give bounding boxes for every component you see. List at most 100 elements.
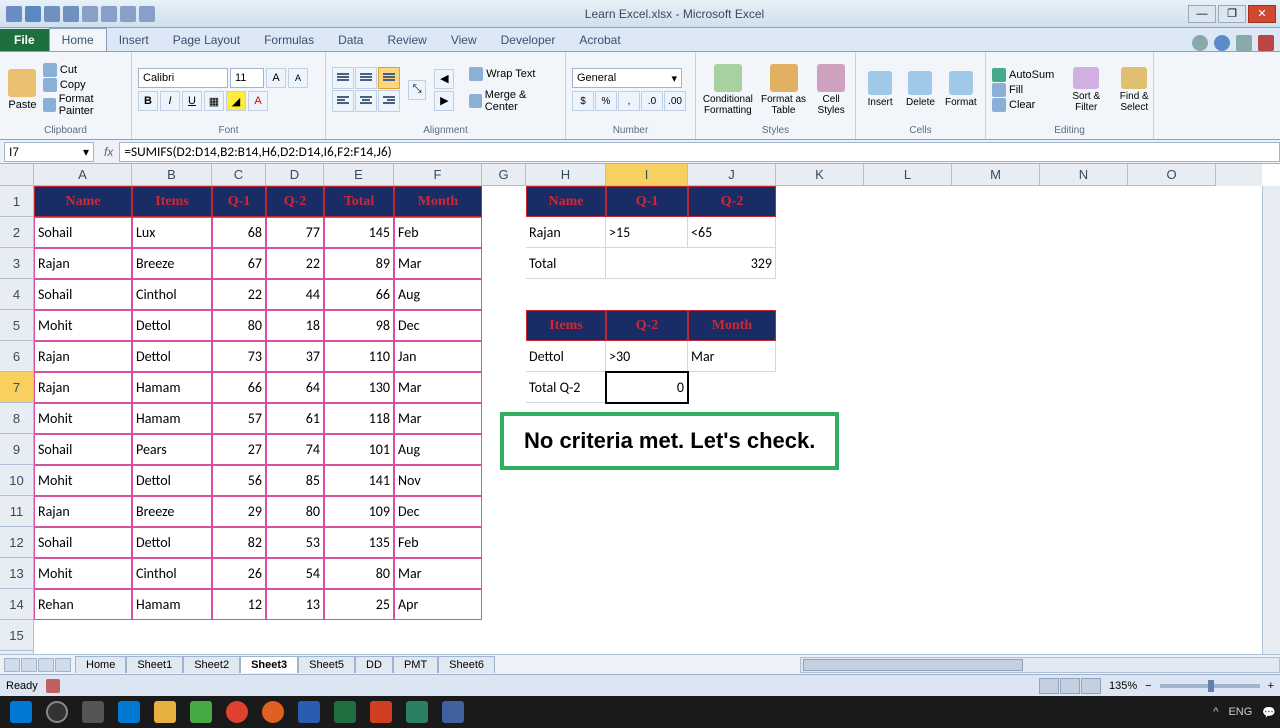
cell-A4[interactable]: Sohail bbox=[34, 279, 132, 310]
row-header-16[interactable]: 16 bbox=[0, 651, 34, 654]
cut-button[interactable]: Cut bbox=[43, 63, 125, 77]
cell-D5[interactable]: 18 bbox=[266, 310, 324, 341]
macro-record-icon[interactable] bbox=[46, 679, 60, 693]
cell-D6[interactable]: 37 bbox=[266, 341, 324, 372]
app-button-2[interactable] bbox=[436, 698, 470, 726]
horizontal-scrollbar[interactable] bbox=[800, 657, 1280, 673]
sheet-nav-prev[interactable] bbox=[21, 658, 37, 672]
cell-E4[interactable]: 66 bbox=[324, 279, 394, 310]
tab-insert[interactable]: Insert bbox=[107, 29, 161, 51]
chrome-button[interactable] bbox=[220, 698, 254, 726]
col-header-L[interactable]: L bbox=[864, 164, 952, 186]
row-header-4[interactable]: 4 bbox=[0, 279, 34, 310]
fill-color-button[interactable]: ◢ bbox=[226, 91, 246, 111]
align-top-button[interactable] bbox=[332, 67, 354, 89]
cell-C7[interactable]: 66 bbox=[212, 372, 266, 403]
tab-review[interactable]: Review bbox=[375, 29, 438, 51]
cell-E10[interactable]: 141 bbox=[324, 465, 394, 496]
fill-button[interactable]: Fill bbox=[992, 83, 1054, 97]
cell-B12[interactable]: Dettol bbox=[132, 527, 212, 558]
minimize-button[interactable]: — bbox=[1188, 5, 1216, 23]
cell-J1[interactable]: Q-2 bbox=[688, 186, 776, 217]
undo-icon[interactable] bbox=[44, 6, 60, 22]
cell-B10[interactable]: Dettol bbox=[132, 465, 212, 496]
cell-I7[interactable]: 0 bbox=[606, 372, 688, 403]
clear-button[interactable]: Clear bbox=[992, 98, 1054, 112]
decrease-decimal-button[interactable]: .00 bbox=[664, 91, 686, 111]
col-header-I[interactable]: I bbox=[606, 164, 688, 186]
cortana-button[interactable] bbox=[40, 698, 74, 726]
cell-B4[interactable]: Cinthol bbox=[132, 279, 212, 310]
cell-D12[interactable]: 53 bbox=[266, 527, 324, 558]
border-button[interactable]: ▦ bbox=[204, 91, 224, 111]
cell-H3[interactable]: Total bbox=[526, 248, 606, 279]
cell-E13[interactable]: 80 bbox=[324, 558, 394, 589]
zoom-out-button[interactable]: − bbox=[1145, 680, 1151, 692]
cell-D2[interactable]: 77 bbox=[266, 217, 324, 248]
cell-B6[interactable]: Dettol bbox=[132, 341, 212, 372]
qat-icon-2[interactable] bbox=[101, 6, 117, 22]
sheet-tab-dd[interactable]: DD bbox=[355, 656, 393, 673]
cell-B13[interactable]: Cinthol bbox=[132, 558, 212, 589]
copy-button[interactable]: Copy bbox=[43, 78, 125, 92]
cell-J2[interactable]: <65 bbox=[688, 217, 776, 248]
col-header-O[interactable]: O bbox=[1128, 164, 1216, 186]
cell-C13[interactable]: 26 bbox=[212, 558, 266, 589]
cell-A8[interactable]: Mohit bbox=[34, 403, 132, 434]
insert-cells-button[interactable]: Insert bbox=[862, 71, 898, 108]
find-select-button[interactable]: Find & Select bbox=[1112, 67, 1156, 113]
cell-D13[interactable]: 54 bbox=[266, 558, 324, 589]
col-header-K[interactable]: K bbox=[776, 164, 864, 186]
paste-button[interactable]: Paste bbox=[6, 69, 39, 111]
cell-A13[interactable]: Mohit bbox=[34, 558, 132, 589]
zoom-slider[interactable] bbox=[1160, 684, 1260, 688]
increase-decimal-button[interactable]: .0 bbox=[641, 91, 663, 111]
cell-H7[interactable]: Total Q-2 bbox=[526, 372, 606, 403]
cell-styles-button[interactable]: Cell Styles bbox=[813, 64, 849, 116]
cell-I1[interactable]: Q-1 bbox=[606, 186, 688, 217]
percent-button[interactable]: % bbox=[595, 91, 617, 111]
cell-A2[interactable]: Sohail bbox=[34, 217, 132, 248]
excel-taskbar-button[interactable] bbox=[328, 698, 362, 726]
format-as-table-button[interactable]: Format as Table bbox=[758, 64, 810, 116]
align-left-button[interactable] bbox=[332, 90, 354, 112]
language-indicator[interactable]: ENG bbox=[1228, 706, 1252, 718]
cell-A3[interactable]: Rajan bbox=[34, 248, 132, 279]
edge-button[interactable] bbox=[112, 698, 146, 726]
cell-D1[interactable]: Q-2 bbox=[266, 186, 324, 217]
row-header-7[interactable]: 7 bbox=[0, 372, 34, 403]
formula-input[interactable] bbox=[119, 142, 1280, 162]
cell-D14[interactable]: 13 bbox=[266, 589, 324, 620]
cell-D9[interactable]: 74 bbox=[266, 434, 324, 465]
cell-F12[interactable]: Feb bbox=[394, 527, 482, 558]
sheet-tab-pmt[interactable]: PMT bbox=[393, 656, 438, 673]
cell-E1[interactable]: Total bbox=[324, 186, 394, 217]
cell-B14[interactable]: Hamam bbox=[132, 589, 212, 620]
format-painter-button[interactable]: Format Painter bbox=[43, 93, 125, 117]
row-header-12[interactable]: 12 bbox=[0, 527, 34, 558]
currency-button[interactable]: $ bbox=[572, 91, 594, 111]
cell-E2[interactable]: 145 bbox=[324, 217, 394, 248]
comma-button[interactable]: , bbox=[618, 91, 640, 111]
sheet-tab-home[interactable]: Home bbox=[75, 656, 126, 673]
cell-C4[interactable]: 22 bbox=[212, 279, 266, 310]
cell-F13[interactable]: Mar bbox=[394, 558, 482, 589]
row-header-9[interactable]: 9 bbox=[0, 434, 34, 465]
italic-button[interactable]: I bbox=[160, 91, 180, 111]
cell-C2[interactable]: 68 bbox=[212, 217, 266, 248]
notification-icon[interactable]: 💬 bbox=[1262, 706, 1276, 719]
row-header-2[interactable]: 2 bbox=[0, 217, 34, 248]
col-header-J[interactable]: J bbox=[688, 164, 776, 186]
sheet-tab-sheet3[interactable]: Sheet3 bbox=[240, 656, 298, 673]
maximize-button[interactable]: ❐ bbox=[1218, 5, 1246, 23]
cell-H5[interactable]: Items bbox=[526, 310, 606, 341]
col-header-D[interactable]: D bbox=[266, 164, 324, 186]
app-button-1[interactable] bbox=[400, 698, 434, 726]
cell-B9[interactable]: Pears bbox=[132, 434, 212, 465]
cell-A6[interactable]: Rajan bbox=[34, 341, 132, 372]
sort-filter-button[interactable]: Sort & Filter bbox=[1064, 67, 1108, 113]
cell-E9[interactable]: 101 bbox=[324, 434, 394, 465]
spreadsheet-grid[interactable]: ABCDEFGHIJKLMNO 12345678910111213141516 … bbox=[0, 164, 1280, 654]
autosum-button[interactable]: AutoSum bbox=[992, 68, 1054, 82]
word-button[interactable] bbox=[292, 698, 326, 726]
